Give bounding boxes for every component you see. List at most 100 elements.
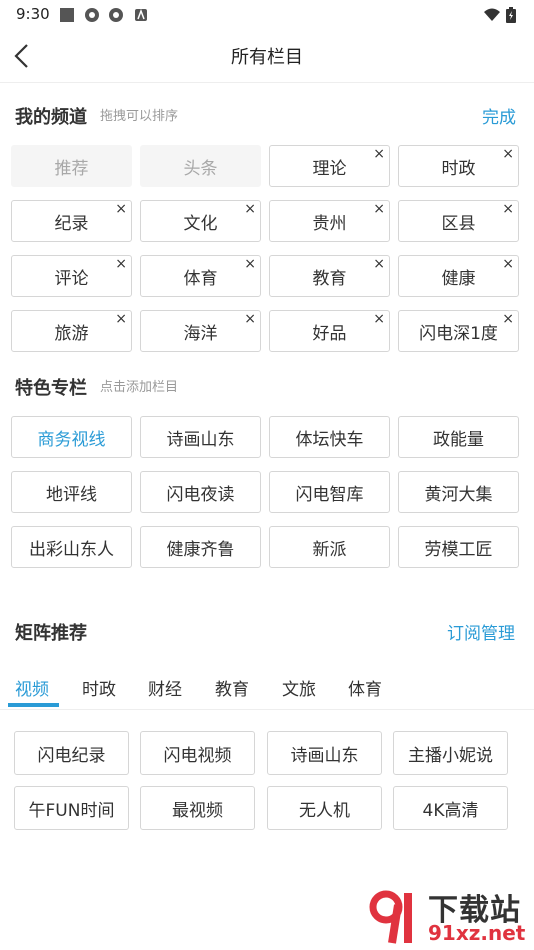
watermark-url: 91xz.net bbox=[428, 921, 526, 945]
app-notification-icon-2 bbox=[109, 8, 123, 22]
featured-chip[interactable]: 新派 bbox=[269, 526, 390, 568]
watermark-logo: 下载站 91xz.net bbox=[368, 885, 532, 947]
chip-label: 推荐 bbox=[54, 158, 89, 179]
page-title: 所有栏目 bbox=[231, 47, 303, 68]
matrix-account-chip[interactable]: 诗画山东 bbox=[267, 731, 382, 775]
matrix-account-chip[interactable]: 无人机 bbox=[267, 786, 382, 830]
channel-chip[interactable]: 好品 × bbox=[269, 310, 390, 352]
tab-finance[interactable]: 财经 bbox=[148, 675, 182, 700]
chip-label: 闪电智库 bbox=[295, 484, 364, 505]
chip-label: 无人机 bbox=[299, 800, 350, 821]
featured-chip[interactable]: 地评线 bbox=[11, 471, 132, 513]
matrix-account-chip[interactable]: 闪电纪录 bbox=[14, 731, 129, 775]
channel-chip[interactable]: 健康 × bbox=[398, 255, 519, 297]
featured-title: 特色专栏 bbox=[15, 378, 87, 399]
my-channels-title: 我的频道 bbox=[15, 107, 87, 128]
channel-chip[interactable]: 纪录 × bbox=[11, 200, 132, 242]
remove-icon[interactable]: × bbox=[502, 256, 514, 272]
watermark-91-icon bbox=[369, 890, 412, 944]
matrix-account-chip[interactable]: 午FUN时间 bbox=[14, 786, 129, 830]
remove-icon[interactable]: × bbox=[373, 256, 385, 272]
channel-chip[interactable]: 闪电深1度 × bbox=[398, 310, 519, 352]
featured-chip[interactable]: 劳模工匠 bbox=[398, 526, 519, 568]
battery-icon bbox=[506, 7, 516, 23]
channel-chip[interactable]: 评论 × bbox=[11, 255, 132, 297]
channel-chip[interactable]: 教育 × bbox=[269, 255, 390, 297]
channel-chip[interactable]: 文化 × bbox=[140, 200, 261, 242]
chip-label: 头条 bbox=[183, 158, 218, 179]
chip-label: 诗画山东 bbox=[290, 745, 359, 766]
featured-hint: 点击添加栏目 bbox=[100, 380, 179, 395]
featured-chip[interactable]: 闪电夜读 bbox=[140, 471, 261, 513]
chip-label: 4K高清 bbox=[422, 800, 479, 821]
status-bar: 9:30 bbox=[0, 0, 534, 30]
chip-label: 旅游 bbox=[54, 323, 89, 344]
matrix-account-chip[interactable]: 主播小妮说 bbox=[393, 731, 508, 775]
tab-politics[interactable]: 时政 bbox=[82, 675, 116, 700]
featured-chip[interactable]: 政能量 bbox=[398, 416, 519, 458]
remove-icon[interactable]: × bbox=[373, 201, 385, 217]
featured-chip[interactable]: 出彩山东人 bbox=[11, 526, 132, 568]
chip-label: 健康齐鲁 bbox=[166, 539, 235, 560]
chip-label: 好品 bbox=[312, 323, 347, 344]
remove-icon[interactable]: × bbox=[244, 201, 256, 217]
chip-label: 黄河大集 bbox=[424, 484, 493, 505]
remove-icon[interactable]: × bbox=[115, 201, 127, 217]
matrix-title: 矩阵推荐 bbox=[15, 623, 87, 644]
chip-label: 海洋 bbox=[183, 323, 218, 344]
chip-label: 贵州 bbox=[312, 213, 347, 234]
featured-chip[interactable]: 商务视线 bbox=[11, 416, 132, 458]
remove-icon[interactable]: × bbox=[502, 146, 514, 162]
tab-culture-travel[interactable]: 文旅 bbox=[282, 675, 316, 700]
chip-label: 主播小妮说 bbox=[408, 745, 493, 766]
channel-chip-fixed: 推荐 bbox=[11, 145, 132, 187]
matrix-account-chip[interactable]: 4K高清 bbox=[393, 786, 508, 830]
chip-label: 午FUN时间 bbox=[28, 800, 115, 821]
chip-label: 出彩山东人 bbox=[29, 539, 114, 560]
chip-label: 时政 bbox=[441, 158, 476, 179]
chip-label: 体坛快车 bbox=[295, 429, 364, 450]
featured-chip[interactable]: 黄河大集 bbox=[398, 471, 519, 513]
matrix-account-chip[interactable]: 闪电视频 bbox=[140, 731, 255, 775]
chip-label: 闪电深1度 bbox=[419, 323, 498, 344]
chip-label: 体育 bbox=[183, 268, 218, 289]
remove-icon[interactable]: × bbox=[244, 256, 256, 272]
tab-sports[interactable]: 体育 bbox=[348, 675, 382, 700]
status-time: 9:30 bbox=[16, 5, 50, 23]
chip-label: 健康 bbox=[441, 268, 476, 289]
notification-square-icon bbox=[60, 8, 74, 22]
channel-chip[interactable]: 理论 × bbox=[269, 145, 390, 187]
chip-label: 新派 bbox=[312, 539, 347, 560]
remove-icon[interactable]: × bbox=[373, 146, 385, 162]
remove-icon[interactable]: × bbox=[373, 311, 385, 327]
featured-chip[interactable]: 体坛快车 bbox=[269, 416, 390, 458]
remove-icon[interactable]: × bbox=[502, 311, 514, 327]
remove-icon[interactable]: × bbox=[244, 311, 256, 327]
channel-chip[interactable]: 区县 × bbox=[398, 200, 519, 242]
chip-label: 地评线 bbox=[46, 484, 97, 505]
chip-label: 劳模工匠 bbox=[424, 539, 493, 560]
channel-chip[interactable]: 体育 × bbox=[140, 255, 261, 297]
remove-icon[interactable]: × bbox=[115, 256, 127, 272]
channel-chip[interactable]: 贵州 × bbox=[269, 200, 390, 242]
chip-label: 最视频 bbox=[172, 800, 223, 821]
chip-label: 商务视线 bbox=[37, 429, 106, 450]
subscription-manage-button[interactable]: 订阅管理 bbox=[447, 619, 515, 644]
matrix-account-chip[interactable]: 最视频 bbox=[140, 786, 255, 830]
chip-label: 文化 bbox=[183, 213, 218, 234]
tab-video[interactable]: 视频 bbox=[15, 675, 49, 700]
featured-chip[interactable]: 健康齐鲁 bbox=[140, 526, 261, 568]
wifi-icon bbox=[484, 8, 500, 21]
chip-label: 闪电纪录 bbox=[37, 745, 106, 766]
featured-chip[interactable]: 诗画山东 bbox=[140, 416, 261, 458]
done-button[interactable]: 完成 bbox=[482, 103, 516, 128]
tab-education[interactable]: 教育 bbox=[215, 675, 249, 700]
channel-chip[interactable]: 旅游 × bbox=[11, 310, 132, 352]
chip-label: 区县 bbox=[441, 213, 476, 234]
remove-icon[interactable]: × bbox=[115, 311, 127, 327]
active-tab-indicator bbox=[8, 703, 59, 707]
channel-chip[interactable]: 海洋 × bbox=[140, 310, 261, 352]
channel-chip[interactable]: 时政 × bbox=[398, 145, 519, 187]
remove-icon[interactable]: × bbox=[502, 201, 514, 217]
featured-chip[interactable]: 闪电智库 bbox=[269, 471, 390, 513]
